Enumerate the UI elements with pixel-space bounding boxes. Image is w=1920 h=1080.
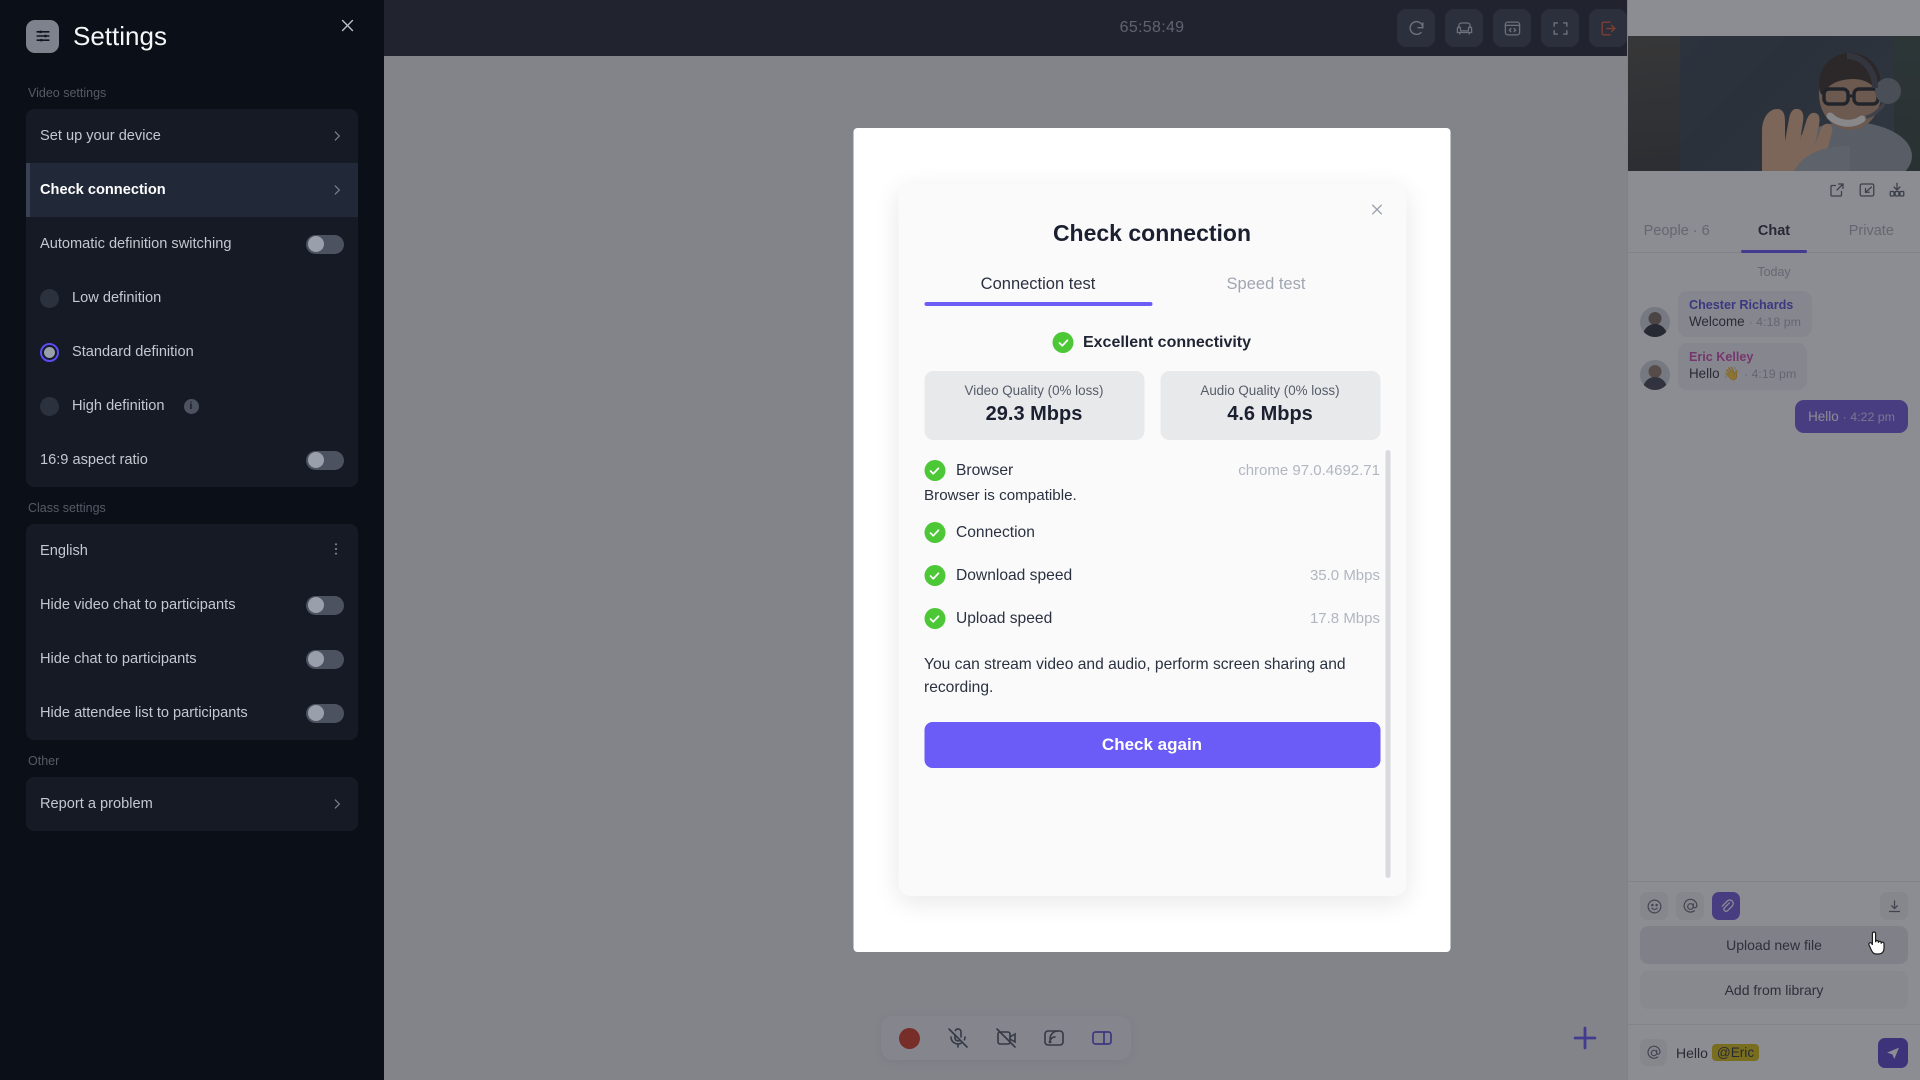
app-root: 65:58:49 xyxy=(0,0,1920,1080)
settings-group-class: English Hide video chat to participants … xyxy=(26,524,358,740)
checklist-label: Download speed xyxy=(956,566,1073,584)
modal-overlay[interactable]: Check connection Connection test Speed t… xyxy=(384,0,1920,1080)
settings-header: Settings xyxy=(26,0,358,72)
setting-automatic-definition-switching[interactable]: Automatic definition switching xyxy=(26,217,358,271)
sidebar-item-report-a-problem[interactable]: Report a problem xyxy=(26,777,358,831)
radio-high-definition[interactable]: High definition i xyxy=(26,379,358,433)
sidebar-item-label: Report a problem xyxy=(40,796,153,812)
scrollbar[interactable] xyxy=(1385,450,1390,878)
setting-hide-chat[interactable]: Hide chat to participants xyxy=(26,632,358,686)
setting-aspect-ratio[interactable]: 16:9 aspect ratio xyxy=(26,433,358,487)
modal-tabs: Connection test Speed test xyxy=(924,275,1380,306)
card-label: Audio Quality (0% loss) xyxy=(1200,383,1340,398)
chevron-right-icon xyxy=(330,797,344,811)
checklist-label: Browser xyxy=(956,461,1014,479)
check-circle-icon xyxy=(924,608,945,629)
check-again-button[interactable]: Check again xyxy=(924,721,1380,768)
tab-speed-test[interactable]: Speed test xyxy=(1152,275,1380,306)
checklist-value: 17.8 Mbps xyxy=(1309,610,1380,627)
radio-icon xyxy=(40,396,59,416)
check-circle-icon xyxy=(1052,332,1074,353)
section-label-class: Class settings xyxy=(28,501,106,515)
close-icon[interactable] xyxy=(336,14,358,36)
quality-cards: Video Quality (0% loss) 29.3 Mbps Audio … xyxy=(924,371,1380,440)
checklist-label: Connection xyxy=(956,523,1035,541)
card-label: Video Quality (0% loss) xyxy=(964,383,1104,398)
page-title: Settings xyxy=(73,20,167,51)
toggle-aspect-ratio[interactable] xyxy=(306,450,344,470)
setting-language[interactable]: English xyxy=(26,524,358,578)
radio-icon xyxy=(40,288,59,308)
summary-text: You can stream video and audio, perform … xyxy=(924,656,1346,697)
settings-drawer: Settings Video settings Set up your devi… xyxy=(0,0,384,1080)
connection-checklist: Browser chrome 97.0.4692.71 Browser is c… xyxy=(924,450,1390,878)
setting-label: English xyxy=(40,543,88,559)
close-icon[interactable] xyxy=(1367,199,1387,219)
checklist-note: Browser is compatible. xyxy=(924,487,1077,504)
radio-standard-definition[interactable]: Standard definition xyxy=(26,325,358,379)
checklist-label: Upload speed xyxy=(956,609,1053,627)
setting-hide-video-chat[interactable]: Hide video chat to participants xyxy=(26,578,358,632)
setting-label: Hide attendee list to participants xyxy=(40,705,248,721)
section-label-other: Other xyxy=(28,754,60,768)
modal-title: Check connection xyxy=(1052,220,1252,246)
checklist-item-upload-speed: Upload speed 17.8 Mbps xyxy=(924,608,1380,629)
checklist-item-connection: Connection xyxy=(924,522,1380,543)
radio-label: Low definition xyxy=(72,290,162,306)
setting-hide-attendee-list[interactable]: Hide attendee list to participants xyxy=(26,686,358,740)
info-icon[interactable]: i xyxy=(183,398,199,414)
sidebar-item-set-up-your-device[interactable]: Set up your device xyxy=(26,109,358,163)
chevron-right-icon xyxy=(330,183,344,197)
status-text: Excellent connectivity xyxy=(1082,333,1252,351)
setting-label: 16:9 aspect ratio xyxy=(40,452,148,468)
checklist-value: 35.0 Mbps xyxy=(1309,567,1380,584)
sliders-icon xyxy=(26,19,59,53)
toggle-hide-chat[interactable] xyxy=(306,649,344,669)
toggle-automatic-definition-switching[interactable] xyxy=(306,234,344,254)
setting-label: Hide chat to participants xyxy=(40,651,197,667)
toggle-hide-attendee-list[interactable] xyxy=(306,703,344,723)
connectivity-status: Excellent connectivity xyxy=(924,332,1380,353)
check-circle-icon xyxy=(924,565,945,586)
toggle-hide-video-chat[interactable] xyxy=(306,595,344,615)
sidebar-item-label: Set up your device xyxy=(40,128,161,144)
card-value: 4.6 Mbps xyxy=(1227,403,1313,425)
audio-quality-card: Audio Quality (0% loss) 4.6 Mbps xyxy=(1160,371,1380,440)
radio-icon-selected xyxy=(40,342,59,362)
tab-connection-test[interactable]: Connection test xyxy=(924,275,1152,306)
checklist-item-browser: Browser chrome 97.0.4692.71 xyxy=(924,460,1380,481)
setting-label: Hide video chat to participants xyxy=(40,597,236,613)
chevron-right-icon xyxy=(330,129,344,143)
sidebar-item-check-connection[interactable]: Check connection xyxy=(26,163,358,217)
kebab-menu-icon[interactable] xyxy=(328,541,344,561)
check-connection-modal: Check connection Connection test Speed t… xyxy=(898,184,1406,896)
settings-group-other: Report a problem xyxy=(26,777,358,831)
radio-label: High definition xyxy=(72,398,165,414)
section-label-video: Video settings xyxy=(28,86,107,100)
settings-group-video: Set up your device Check connection Auto… xyxy=(26,109,358,487)
video-quality-card: Video Quality (0% loss) 29.3 Mbps xyxy=(924,371,1144,440)
radio-label: Standard definition xyxy=(72,344,194,360)
card-value: 29.3 Mbps xyxy=(985,403,1083,425)
check-circle-icon xyxy=(924,522,945,543)
checklist-item-download-speed: Download speed 35.0 Mbps xyxy=(924,565,1380,586)
checklist-value: chrome 97.0.4692.71 xyxy=(1238,462,1380,479)
check-circle-icon xyxy=(924,460,945,481)
setting-label: Automatic definition switching xyxy=(40,236,232,252)
radio-low-definition[interactable]: Low definition xyxy=(26,271,358,325)
modal-window: Check connection Connection test Speed t… xyxy=(853,128,1451,952)
sidebar-item-label: Check connection xyxy=(40,182,166,198)
